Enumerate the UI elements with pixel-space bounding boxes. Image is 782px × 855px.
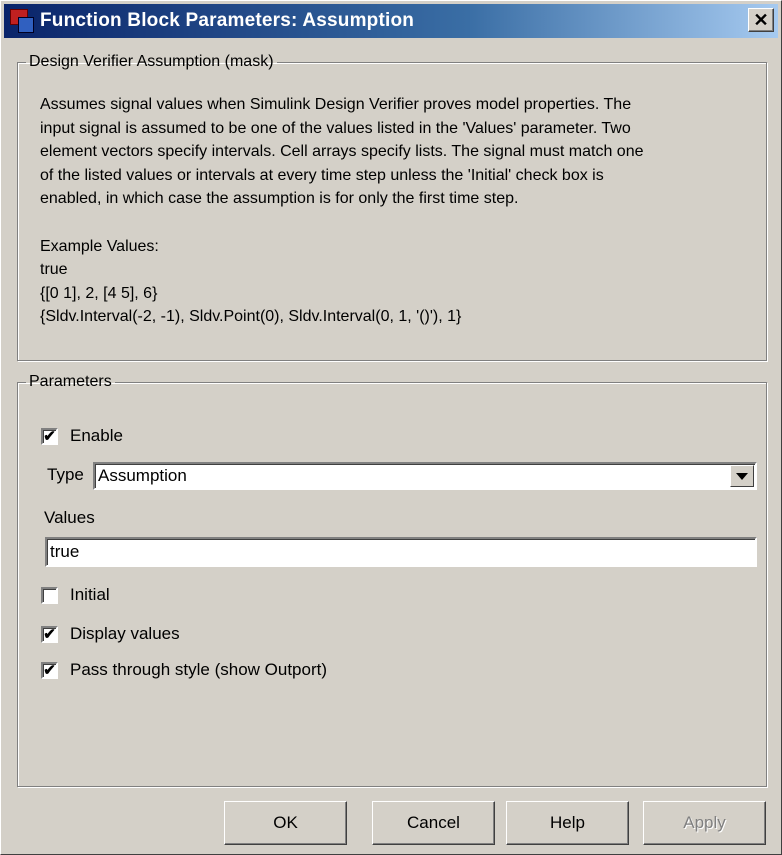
close-icon: ✕ (753, 10, 769, 30)
help-button[interactable]: Help (506, 801, 629, 845)
chevron-down-icon (736, 472, 748, 480)
ok-button[interactable]: OK (224, 801, 347, 845)
pass-through-checkbox[interactable]: ✔ (41, 661, 58, 679)
values-label-row: Values (44, 508, 95, 528)
description-line: of the listed values or intervals at eve… (40, 166, 604, 184)
example-value: {Sldv.Interval(-2, -1), Sldv.Point(0), S… (40, 308, 462, 325)
display-values-checkbox-row[interactable]: ✔ Display values (41, 624, 180, 644)
type-dropdown[interactable]: Assumption (93, 462, 757, 490)
type-value: Assumption (98, 466, 187, 485)
description-line: Assumes signal values when Simulink Desi… (40, 96, 632, 113)
mask-description: Assumes signal values when Simulink Desi… (40, 93, 770, 329)
pass-through-checkbox-row[interactable]: ✔ Pass through style (show Outport) (41, 660, 327, 680)
simulink-block-icon (10, 9, 34, 33)
enable-checkbox-row[interactable]: ✔ Enable (41, 426, 123, 446)
enable-label: Enable (70, 426, 123, 445)
apply-button[interactable]: Apply (643, 801, 766, 845)
values-input-text: true (50, 542, 80, 561)
cancel-button-label: Cancel (407, 813, 460, 832)
values-input[interactable]: true (45, 537, 757, 567)
example-value: true (40, 261, 68, 278)
type-label: Type (47, 465, 84, 484)
dropdown-button[interactable] (730, 465, 754, 487)
enable-checkbox[interactable]: ✔ (41, 427, 58, 445)
example-value: {[0 1], 2, [4 5], 6} (40, 284, 158, 302)
check-icon: ✔ (43, 661, 56, 679)
initial-checkbox[interactable] (41, 586, 58, 604)
initial-checkbox-row[interactable]: Initial (41, 585, 110, 605)
pass-through-label: Pass through style (show Outport) (70, 660, 328, 679)
check-icon: ✔ (43, 625, 56, 643)
cancel-button[interactable]: Cancel (372, 801, 495, 845)
close-button[interactable]: ✕ (748, 8, 774, 32)
ok-button-label: OK (273, 813, 298, 832)
parameters-legend: Parameters (29, 373, 112, 390)
initial-label: Initial (70, 585, 110, 604)
parameters-group: Parameters (17, 373, 767, 787)
description-line: enabled, in which case the assumption is… (40, 190, 519, 207)
title-bar[interactable]: Function Block Parameters: Assumption ✕ (4, 4, 778, 38)
type-row: Type (47, 465, 84, 485)
values-label: Values (44, 508, 95, 527)
display-values-checkbox[interactable]: ✔ (41, 625, 58, 643)
help-button-label: Help (550, 813, 585, 832)
display-values-label: Display values (70, 624, 180, 643)
apply-button-label: Apply (683, 813, 726, 832)
description-line: input signal is assumed to be one of the… (40, 119, 631, 137)
examples-heading: Example Values: (40, 237, 159, 255)
check-icon: ✔ (43, 427, 56, 445)
description-line: element vectors specify intervals. Cell … (40, 143, 644, 160)
window-title: Function Block Parameters: Assumption (40, 10, 415, 31)
mask-group-legend: Design Verifier Assumption (mask) (29, 53, 274, 70)
dialog-window: Function Block Parameters: Assumption ✕ … (0, 0, 782, 855)
